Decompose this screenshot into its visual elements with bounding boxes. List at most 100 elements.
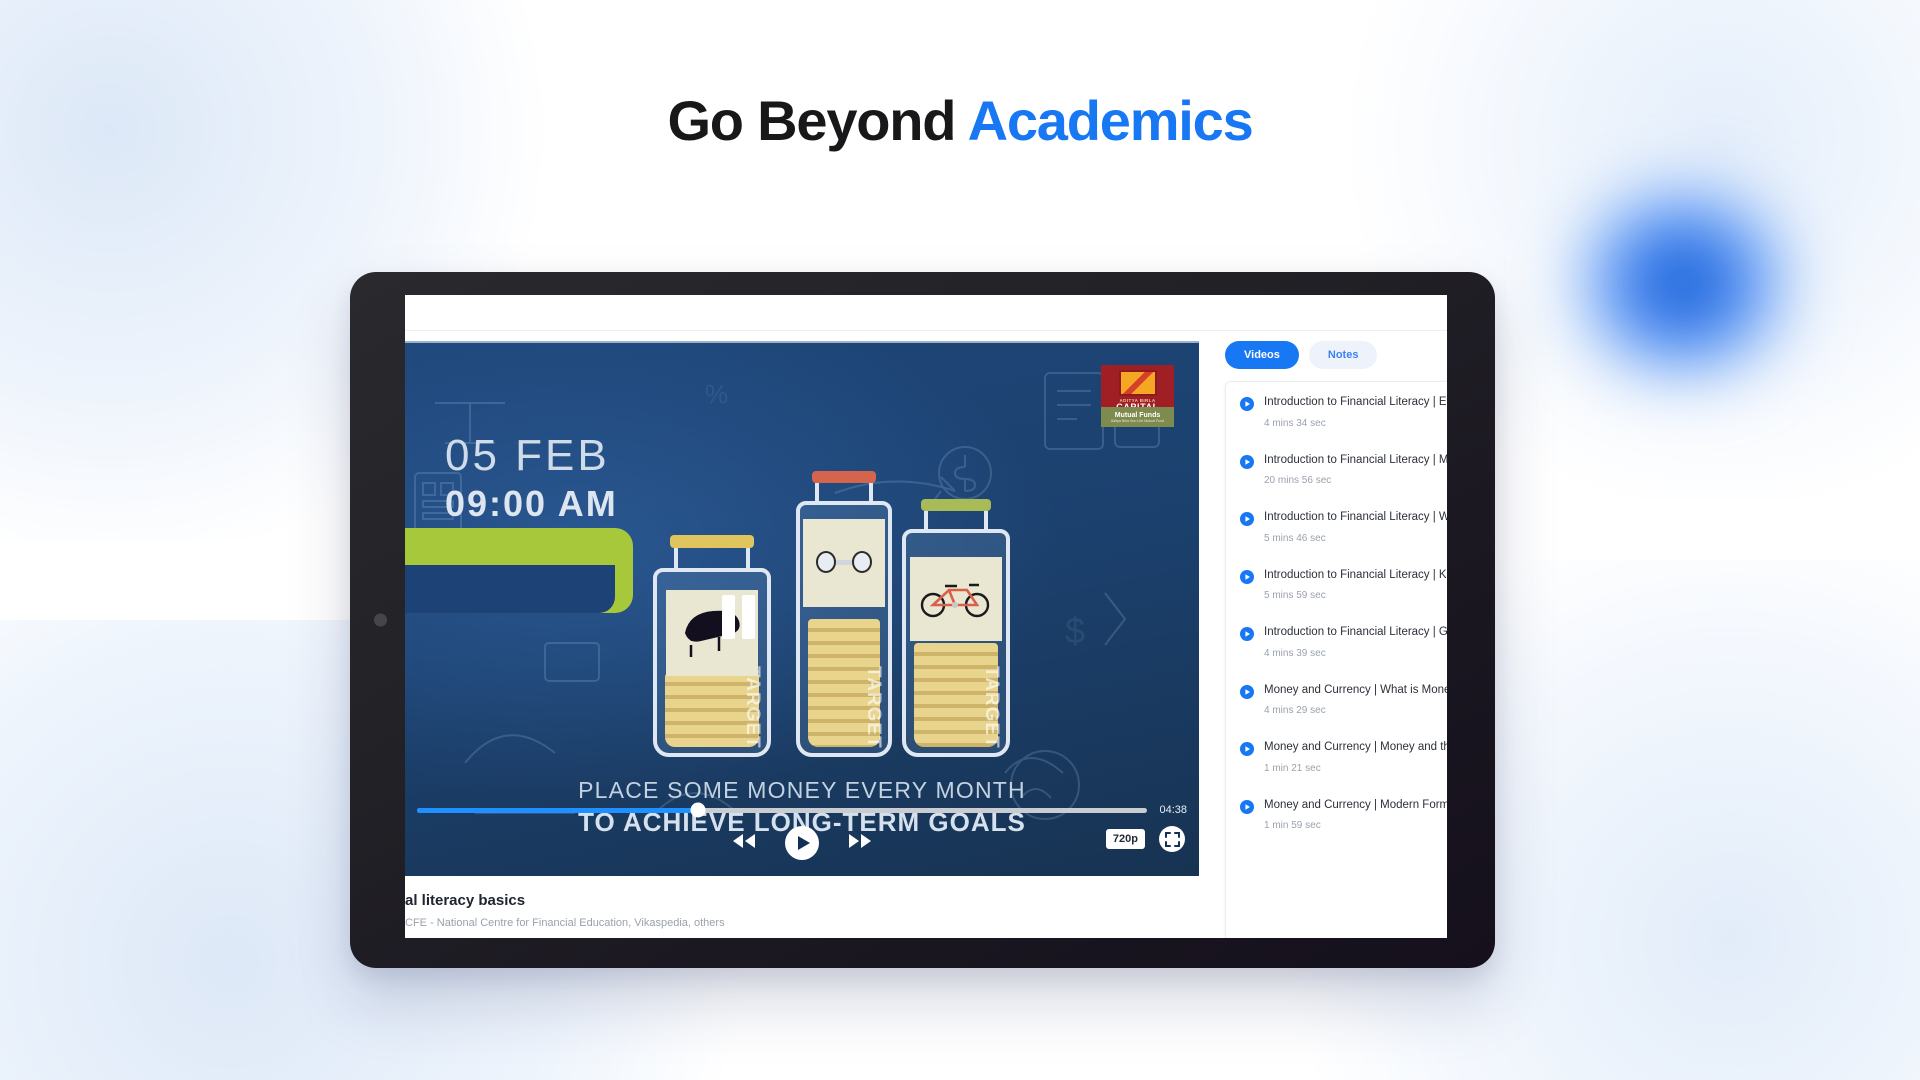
bicycle-icon xyxy=(920,583,990,618)
fast-forward-button[interactable] xyxy=(847,833,873,854)
video-green-banner xyxy=(405,528,633,613)
fullscreen-icon xyxy=(1164,831,1180,847)
list-item[interactable]: Introduction to Financial Literacy | Goo… xyxy=(1226,612,1447,670)
play-icon xyxy=(797,836,810,850)
rewind-button[interactable] xyxy=(731,833,757,854)
list-item-title: Introduction to Financial Literacy | Mod… xyxy=(1264,453,1447,466)
video-title: al literacy basics xyxy=(405,892,526,909)
list-item-duration: 4 mins 39 sec xyxy=(1264,647,1326,659)
tablet-screen: $ % 05 FEB 09:00 AM TARGET TARGET TARGET… xyxy=(405,295,1447,938)
fullscreen-button[interactable] xyxy=(1159,826,1185,852)
video-savings-jars: TARGET TARGET TARGET xyxy=(653,405,1053,757)
list-item-title: Money and Currency | What is Money? xyxy=(1264,683,1447,696)
list-item-duration: 1 min 21 sec xyxy=(1264,762,1321,774)
list-item-duration: 4 mins 29 sec xyxy=(1264,705,1326,717)
page-title-accent: Academics xyxy=(967,89,1254,152)
video-subtitle-sources: CFE - National Centre for Financial Educ… xyxy=(405,917,725,929)
list-item-body: Introduction to Financial Literacy | Key… xyxy=(1264,568,1447,602)
app-body: $ % 05 FEB 09:00 AM TARGET TARGET TARGET… xyxy=(405,331,1447,938)
play-circle-icon xyxy=(1240,569,1254,602)
list-item[interactable]: Introduction to Financial Literacy | Wha… xyxy=(1226,497,1447,555)
list-item-body: Introduction to Financial Literacy | Goo… xyxy=(1264,625,1447,659)
list-item[interactable]: Money and Currency | Modern Forms of Mon… xyxy=(1226,785,1447,843)
jar-note-bicycle xyxy=(910,557,1002,641)
progress-fill xyxy=(417,807,699,813)
brand-sub-2: Aditya Birla Sun Life Mutual Fund xyxy=(1110,418,1165,423)
play-circle-icon xyxy=(1240,454,1254,487)
video-player[interactable]: $ % 05 FEB 09:00 AM TARGET TARGET TARGET… xyxy=(405,341,1199,876)
list-item[interactable]: Introduction to Financial Literacy | Evo… xyxy=(1226,382,1447,440)
app-header-bar xyxy=(405,295,1447,331)
player-controls: 04:38 720p xyxy=(405,796,1199,876)
sidebar-column: Videos Notes Introduction to Financial L… xyxy=(1199,341,1447,938)
quality-selector[interactable]: 720p xyxy=(1105,829,1145,849)
learning-app: $ % 05 FEB 09:00 AM TARGET TARGET TARGET… xyxy=(405,295,1447,938)
video-date-day: 05 FEB xyxy=(445,431,610,480)
jar-bicycle: TARGET xyxy=(902,499,1010,757)
jar-lid-yellow xyxy=(670,535,754,548)
list-item-duration: 5 mins 59 sec xyxy=(1264,590,1326,602)
play-circle-icon xyxy=(1240,512,1254,544)
blue-gradient-blob xyxy=(1558,168,1808,398)
playback-buttons xyxy=(405,826,1199,860)
list-item-body: Introduction to Financial Literacy | Mod… xyxy=(1264,453,1447,487)
play-circle-icon xyxy=(1240,799,1254,832)
list-item-body: Introduction to Financial Literacy | Evo… xyxy=(1264,395,1447,429)
list-item[interactable]: Money and Currency | Money and the Mediu… xyxy=(1226,727,1447,785)
jar-dumbbell: TARGET xyxy=(796,471,892,757)
list-item-duration: 4 mins 34 sec xyxy=(1264,417,1326,429)
jar-target-label: TARGET xyxy=(863,666,884,749)
pause-overlay-icon xyxy=(722,595,755,639)
video-list[interactable]: Introduction to Financial Literacy | Evo… xyxy=(1225,381,1447,938)
page-title-dark: Go Beyond xyxy=(667,89,956,152)
progress-scrubber-handle[interactable] xyxy=(690,802,706,818)
brand-subbrand: Mutual Funds Aditya Birla Sun Life Mutua… xyxy=(1101,407,1174,427)
jar-neck xyxy=(924,511,988,531)
play-button[interactable] xyxy=(785,826,819,860)
tab-videos[interactable]: Videos xyxy=(1225,341,1299,369)
jar-neck xyxy=(674,548,750,570)
tablet-camera-dot xyxy=(374,613,387,627)
video-date-block: 05 FEB 09:00 AM xyxy=(445,431,618,525)
brand-mark-icon xyxy=(1118,370,1157,396)
list-item-duration: 1 min 59 sec xyxy=(1264,820,1321,832)
player-column: $ % 05 FEB 09:00 AM TARGET TARGET TARGET… xyxy=(405,341,1199,938)
jar-lid-red xyxy=(812,471,876,483)
play-circle-icon xyxy=(1240,627,1254,659)
svg-text:$: $ xyxy=(1065,610,1085,651)
list-item[interactable]: Introduction to Financial Literacy | Mod… xyxy=(1226,440,1447,498)
list-item-title: Introduction to Financial Literacy | Goo… xyxy=(1264,626,1447,639)
tablet-device-frame: $ % 05 FEB 09:00 AM TARGET TARGET TARGET… xyxy=(350,272,1495,968)
video-date-time: 09:00 AM xyxy=(445,483,618,524)
list-item-title: Introduction to Financial Literacy | Wha… xyxy=(1264,511,1447,524)
list-item-body: Introduction to Financial Literacy | Wha… xyxy=(1264,510,1447,544)
aditya-birla-capital-logo: ADITYA BIRLA CAPITAL Mutual Funds Aditya… xyxy=(1101,365,1174,427)
list-item-body: Money and Currency | Money and the Mediu… xyxy=(1264,740,1447,774)
list-item-title: Money and Currency | Modern Forms of Mon… xyxy=(1264,798,1447,811)
list-item-title: Introduction to Financial Literacy | Key… xyxy=(1264,568,1447,581)
progress-bar[interactable] xyxy=(417,802,1148,818)
jar-note-dumbbell xyxy=(803,519,885,607)
jar-target-label: TARGET xyxy=(981,666,1002,749)
jar-target-label: TARGET xyxy=(742,666,763,749)
player-right-controls: 720p xyxy=(1105,826,1185,852)
list-item[interactable]: Money and Currency | What is Money? 4 min… xyxy=(1226,670,1447,728)
brand-sub-1: Mutual Funds xyxy=(1114,411,1161,419)
jar-neck xyxy=(815,483,873,503)
list-item-duration: 5 mins 46 sec xyxy=(1264,532,1326,544)
play-circle-icon xyxy=(1240,742,1254,774)
tab-notes[interactable]: Notes xyxy=(1308,341,1378,369)
page-title: Go Beyond Academics xyxy=(0,88,1920,153)
list-item[interactable]: Introduction to Financial Literacy | Key… xyxy=(1226,555,1447,613)
jar-body: TARGET xyxy=(902,529,1010,757)
list-item-title: Introduction to Financial Literacy | Evo… xyxy=(1264,396,1447,408)
progress-row: 04:38 xyxy=(405,802,1199,818)
jar-piano: TARGET xyxy=(653,535,771,757)
time-remaining-label: 04:38 xyxy=(1159,804,1187,816)
list-item-title: Money and Currency | Money and the Mediu… xyxy=(1264,741,1447,754)
dumbbell-icon xyxy=(816,551,872,573)
sidebar-tabs: Videos Notes xyxy=(1225,341,1447,369)
play-circle-icon xyxy=(1240,397,1254,429)
play-circle-icon xyxy=(1240,684,1254,717)
list-item-body: Money and Currency | Modern Forms of Mon… xyxy=(1264,798,1447,832)
